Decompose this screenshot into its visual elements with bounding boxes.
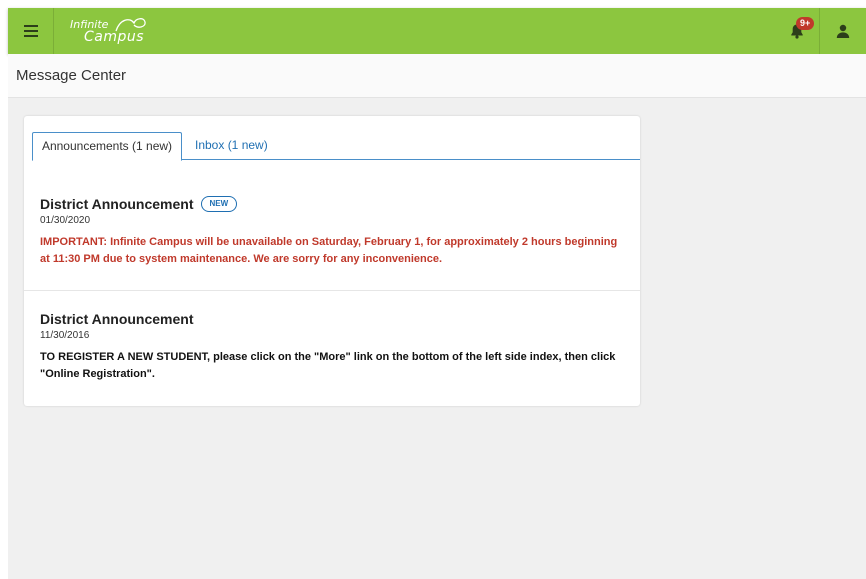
announcement-body: TO REGISTER A NEW STUDENT, please click … <box>40 351 616 380</box>
announcement-title-row: District Announcement NEW <box>40 194 624 214</box>
user-icon <box>836 24 850 38</box>
message-card: Announcements (1 new) Inbox (1 new) Dist… <box>24 116 640 406</box>
top-bar: Infinite Campus 9+ <box>8 8 866 54</box>
logo-line2: Campus <box>84 29 145 45</box>
menu-button[interactable] <box>8 8 54 54</box>
announcement-body: IMPORTANT: Infinite Campus will be unava… <box>40 236 618 265</box>
page-header: Message Center <box>8 54 866 98</box>
new-badge: NEW <box>200 196 238 212</box>
announcement-title: District Announcement <box>40 311 194 327</box>
page-title: Message Center <box>16 67 127 84</box>
announcement-date: 01/30/2020 <box>40 215 91 226</box>
tab-announcements[interactable]: Announcements (1 new) <box>32 132 182 161</box>
app-frame: Infinite Campus 9+ Message Center Announ… <box>8 8 866 579</box>
message-tabs: Announcements (1 new) Inbox (1 new) <box>32 132 640 161</box>
announcement-item: District Announcement 11/30/2016 TO REGI… <box>24 309 640 383</box>
user-menu-button[interactable] <box>820 8 866 54</box>
notifications-button[interactable]: 9+ <box>774 8 820 54</box>
announcement-date: 11/30/2016 <box>40 330 90 341</box>
tab-inbox[interactable]: Inbox (1 new) <box>195 132 268 160</box>
hamburger-icon <box>23 25 38 37</box>
infinite-campus-logo[interactable]: Infinite Campus <box>70 15 150 47</box>
announcement-title: District Announcement <box>40 196 194 212</box>
announcement-item: District Announcement NEW 01/30/2020 IMP… <box>24 194 640 291</box>
notification-count-badge: 9+ <box>796 17 815 30</box>
announcement-title-row: District Announcement <box>40 309 624 329</box>
topbar-actions: 9+ <box>774 8 866 54</box>
